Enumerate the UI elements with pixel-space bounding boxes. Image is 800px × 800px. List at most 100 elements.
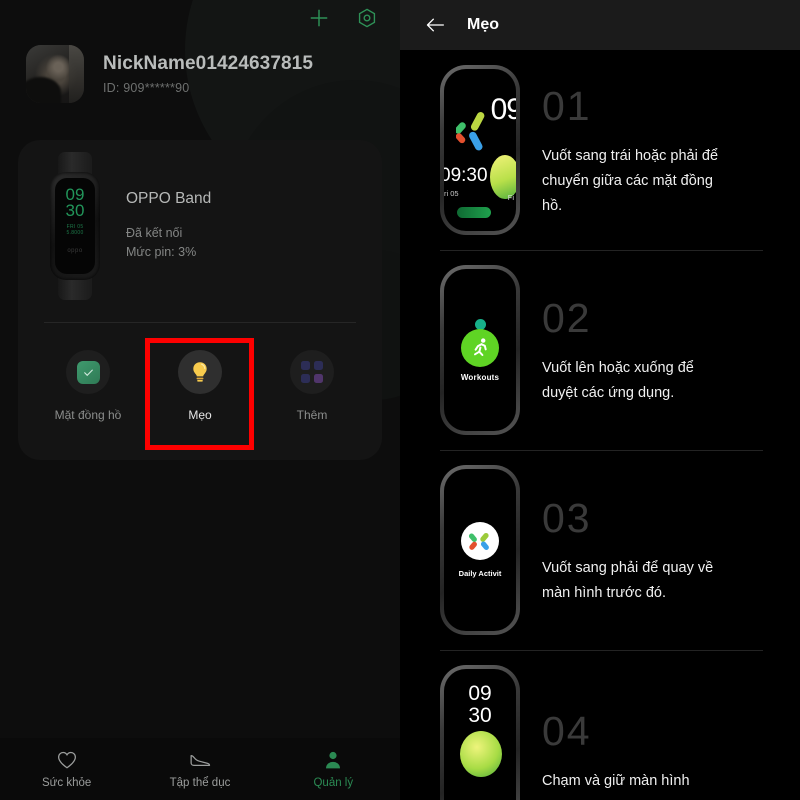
user-id: ID: 909******90 <box>103 81 190 95</box>
device-card[interactable]: 09 30 FRI 05 5.8000 oppo OPPO Band Đã kế… <box>18 140 382 460</box>
profile-text: NickName01424637815 ID: 909******90 <box>103 53 313 95</box>
shoe-icon <box>190 754 211 766</box>
tip-text: 02 Vuốt lên hoặc xuống để duyệt các ứng … <box>542 294 732 406</box>
grid-more-icon <box>290 350 334 394</box>
profile-header[interactable]: NickName01424637815 ID: 909******90 <box>26 45 313 103</box>
nickname: NickName01424637815 <box>103 53 314 74</box>
watchface-progress-bar <box>457 207 491 218</box>
nav-item-health[interactable]: Sức khỏe <box>12 750 122 789</box>
watchface-extra-label: Fi <box>507 193 514 202</box>
teal-dot-icon <box>474 318 486 330</box>
watch-face-icon <box>66 350 110 394</box>
back-arrow-icon[interactable] <box>425 16 445 34</box>
watchface-pinwheel: 09 09:30 ri 05 Fi <box>444 69 516 231</box>
grid-cell <box>301 374 310 383</box>
tips-list: 09 09:30 ri 05 Fi 01 Vuốt sang trái hoặc… <box>400 50 800 800</box>
watchface-time: 09:30 <box>444 165 488 186</box>
grid-cell <box>314 374 323 383</box>
app-caption: Daily Activit <box>458 569 502 578</box>
grid-cell <box>301 361 310 370</box>
nav-item-exercise[interactable]: Tập thể dục <box>145 750 255 789</box>
device-summary: 09 30 FRI 05 5.8000 oppo OPPO Band Đã kế… <box>18 140 382 300</box>
band-preview-screen: 09 30 <box>444 669 516 800</box>
action-watch-face[interactable]: Mặt đồng hồ <box>38 336 138 422</box>
heart-icon <box>57 751 76 768</box>
nav-label: Tập thể dục <box>169 776 231 789</box>
band-preview-screen: Workouts <box>444 269 516 431</box>
avatar-photo-bg <box>68 45 84 103</box>
device-actions: Mặt đồng hồ Mẹo Thêm <box>18 336 382 422</box>
band-preview: Workouts <box>440 265 520 435</box>
device-name: OPPO Band <box>126 190 212 207</box>
band-preview-screen: 09 09:30 ri 05 Fi <box>444 69 516 231</box>
band-time-minute: 30 <box>65 201 85 220</box>
band-preview-screen: Daily Activit <box>444 469 516 631</box>
tip-description: Chạm và giữ màn hình <box>542 772 690 789</box>
band-illustration: 09 30 FRI 05 5.8000 oppo <box>44 152 106 300</box>
band-steps: 5.8000 <box>66 230 84 236</box>
band-preview: 09 09:30 ri 05 Fi <box>440 65 520 235</box>
action-label: Mẹo <box>188 408 212 422</box>
action-label: Thêm <box>296 408 328 422</box>
app-screenshot: NickName01424637815 ID: 909******90 09 3… <box>0 0 800 800</box>
tip-item[interactable]: Workouts 02 Vuốt lên hoặc xuống để duyệt… <box>400 250 800 450</box>
daily-activity-icon <box>461 522 499 560</box>
page-title: Mẹo <box>467 16 499 33</box>
action-label: Mặt đồng hồ <box>54 408 122 422</box>
tip-number: 01 <box>542 82 592 129</box>
band-preview: Daily Activit <box>440 465 520 635</box>
tip-number: 04 <box>542 707 592 754</box>
grid-glyph <box>301 361 323 383</box>
action-tips[interactable]: Mẹo <box>150 336 250 422</box>
app-workouts-screen: Workouts <box>444 269 516 431</box>
add-icon[interactable] <box>308 7 330 29</box>
device-status: Đã kết nối <box>126 226 183 240</box>
app-daily-activity-screen: Daily Activit <box>444 469 516 631</box>
pinwheel-logo-icon <box>468 532 489 550</box>
avatar[interactable] <box>26 45 84 103</box>
tip-description: Vuốt lên hoặc xuống để duyệt các ứng dụn… <box>542 360 694 401</box>
band-brand-logo: oppo <box>67 248 83 254</box>
watch-face-check-shape <box>76 360 100 384</box>
band-preview: 09 30 <box>440 665 520 800</box>
tip-text: 01 Vuốt sang trái hoặc phải để chuyển gi… <box>542 82 732 219</box>
lightbulb-glyph <box>193 362 207 382</box>
device-management-panel: NickName01424637815 ID: 909******90 09 3… <box>0 0 400 800</box>
tips-panel: Mẹo 09 09:30 ri 05 Fi 01 Vuốt sang trái … <box>400 0 800 800</box>
tip-description: Vuốt sang phải để quay về màn hình trước… <box>542 560 714 601</box>
watchface-time-minute: 30 <box>468 704 492 727</box>
nav-label: Quản lý <box>313 776 354 789</box>
watchface-time-screen: 09 30 <box>444 669 516 800</box>
tips-header: Mẹo <box>400 0 800 50</box>
action-more[interactable]: Thêm <box>262 336 362 422</box>
watchface-date: ri 05 <box>444 189 459 198</box>
bottom-navigation: Sức khỏe Tập thể dục Quản lý <box>0 738 400 800</box>
watchface-partial-digit: 09 <box>490 93 516 126</box>
app-caption: Workouts <box>460 372 500 382</box>
band-time-hour: 09 <box>65 185 85 204</box>
top-toolbar <box>0 0 400 36</box>
workouts-icon <box>461 328 499 367</box>
watchface-gradient-blob <box>460 731 502 777</box>
tip-text: 03 Vuốt sang phải để quay về màn hình tr… <box>542 494 732 606</box>
lightbulb-icon <box>178 350 222 394</box>
avatar-photo-shadow <box>26 77 61 103</box>
tip-item[interactable]: Daily Activit 03 Vuốt sang phải để quay … <box>400 450 800 650</box>
tip-item[interactable]: 09 30 04 Chạm và giữ màn hình <box>400 650 800 800</box>
scan-icon[interactable] <box>356 7 378 29</box>
tip-item[interactable]: 09 09:30 ri 05 Fi 01 Vuốt sang trái hoặc… <box>400 50 800 250</box>
tip-description: Vuốt sang trái hoặc phải để chuyển giữa … <box>542 147 719 214</box>
nav-item-manage[interactable]: Quản lý <box>278 750 388 789</box>
check-icon <box>83 369 93 376</box>
band-display: 09 30 FRI 05 5.8000 oppo <box>55 178 95 274</box>
tip-text: 04 Chạm và giữ màn hình <box>542 707 690 794</box>
watchface-time-hour: 09 <box>468 682 492 705</box>
tip-number: 03 <box>542 495 592 541</box>
nav-label: Sức khỏe <box>42 776 92 789</box>
device-battery: Mức pin: 3% <box>126 245 197 259</box>
grid-cell <box>314 361 323 370</box>
running-figure-icon <box>474 337 487 356</box>
device-info: OPPO Band Đã kết nối Mức pin: 3% <box>126 190 211 262</box>
card-divider <box>44 322 356 323</box>
person-icon <box>326 751 341 768</box>
